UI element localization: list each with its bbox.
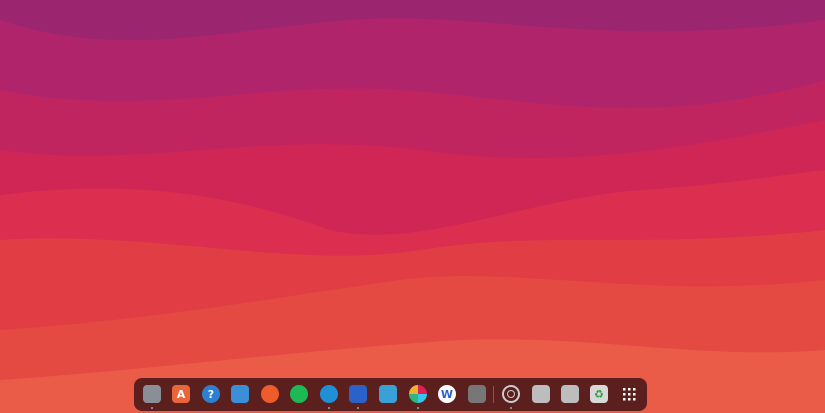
cloud-icon (379, 385, 397, 403)
running-indicator (328, 407, 330, 409)
dock-item-slack[interactable] (408, 384, 428, 409)
dock-item-show-apps[interactable] (619, 384, 639, 404)
document-icon (532, 385, 550, 403)
store-bag-icon: A (172, 385, 190, 403)
dock: A? W ♻ (134, 378, 647, 411)
spotify-icon (290, 385, 308, 403)
running-indicator (357, 407, 359, 409)
slack-icon (409, 385, 427, 403)
screenshot-icon (468, 385, 486, 403)
dock-item-document-2[interactable] (560, 384, 580, 404)
help-glyph: ? (207, 387, 215, 401)
w-app-icon: W (438, 385, 456, 403)
dock-separator (493, 386, 494, 403)
running-indicator (417, 407, 419, 409)
dock-item-trash[interactable]: ♻ (589, 384, 609, 404)
folder-icon (143, 385, 161, 403)
dock-item-help[interactable]: ? (201, 384, 221, 404)
dock-item-mail[interactable] (348, 384, 368, 409)
desktop-wallpaper (0, 0, 825, 413)
dock-item-settings[interactable] (501, 384, 521, 409)
dock-item-document-1[interactable] (531, 384, 551, 404)
dock-item-files[interactable] (142, 384, 162, 409)
help-icon: ? (202, 385, 220, 403)
edge-browser-icon (320, 385, 338, 403)
dock-item-app-center[interactable]: A (171, 384, 191, 404)
dock-item-screenshot[interactable] (467, 384, 487, 404)
gear-icon (502, 385, 520, 403)
trash-icon: ♻ (590, 385, 608, 403)
dock-item-system-monitor[interactable] (230, 384, 250, 404)
app-center-glyph: A (176, 387, 186, 401)
grid-icon (620, 385, 638, 403)
monitor-graph-icon (231, 385, 249, 403)
dock-item-weather[interactable] (378, 384, 398, 404)
postman-icon (261, 385, 279, 403)
mail-icon (349, 385, 367, 403)
document-icon (561, 385, 579, 403)
running-indicator (510, 407, 512, 409)
dock-item-postman[interactable] (260, 384, 280, 404)
running-indicator (151, 407, 153, 409)
trash-glyph: ♻ (594, 387, 604, 401)
dock-item-spotify[interactable] (289, 384, 309, 404)
dock-item-edge[interactable] (319, 384, 339, 409)
dock-item-app-w[interactable]: W (437, 384, 457, 404)
